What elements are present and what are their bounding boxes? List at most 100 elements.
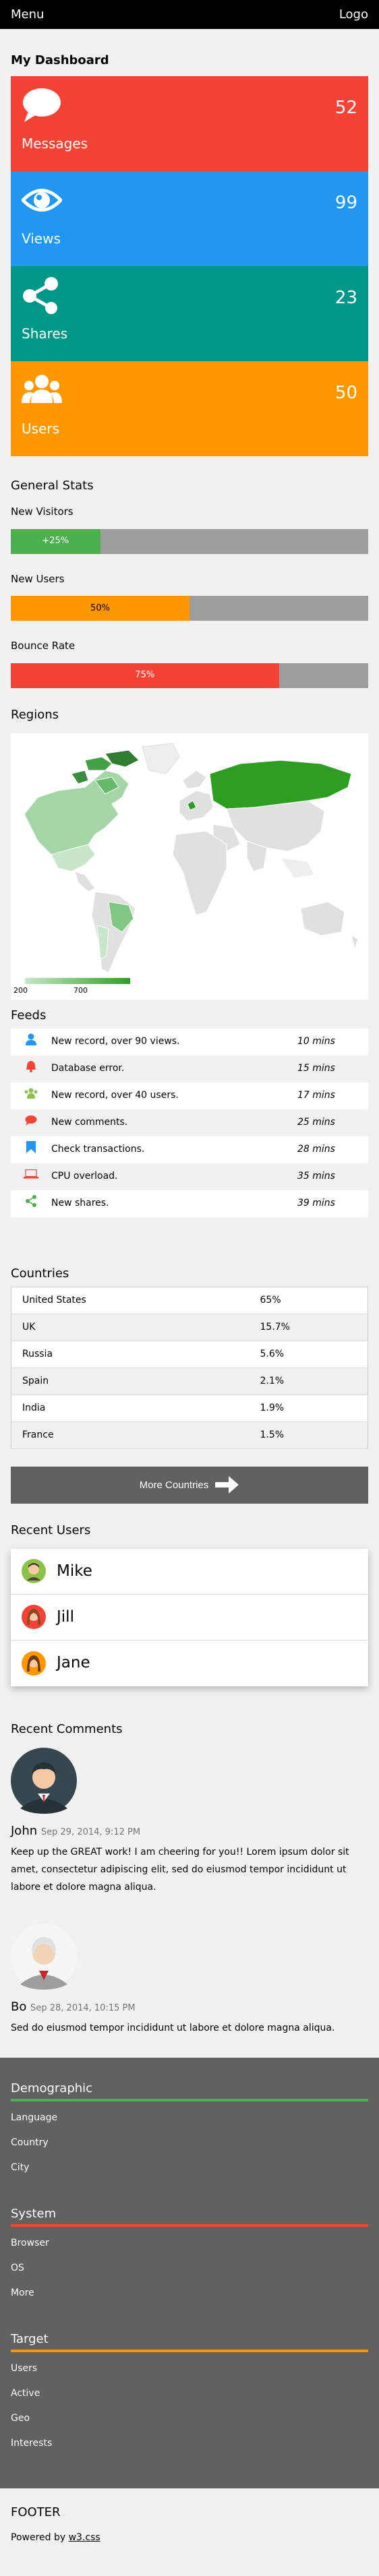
country-name: Russia [22,1348,53,1359]
feed-time: 10 mins [297,1036,335,1047]
recent-comments-title: Recent Comments [11,1721,123,1736]
feed-time: 25 mins [297,1117,335,1128]
nav-item[interactable]: OS [11,2261,368,2286]
footer-nav: Demographic Language Country City System… [0,2058,379,2489]
table-row[interactable]: India 1.9% [11,1394,368,1421]
comment-icon [23,88,61,122]
avatar [22,1559,46,1583]
arrow-right-icon [215,1476,239,1494]
country-name: France [22,1429,54,1440]
user-name: Jill [57,1607,74,1626]
nav-item[interactable]: Country [11,2136,368,2161]
regions-title: Regions [11,707,59,722]
table-row[interactable]: UK 15.7% [11,1314,368,1341]
table-row[interactable]: Check transactions. 28 mins [11,1136,368,1163]
countries-title: Countries [11,1266,69,1281]
country-name: UK [22,1321,36,1332]
footer: FOOTER Powered by w3.css [0,2488,379,2560]
table-row[interactable]: Spain 2.1% [11,1368,368,1394]
users-icon [24,1088,38,1099]
nav-item[interactable]: Active [11,2387,368,2412]
progress-fill: 50% [11,596,190,621]
stat-label: Bounce Rate [11,640,76,652]
share-icon [26,1195,36,1207]
user-name: Jane [57,1654,90,1672]
map-legend: 200 700 [13,978,142,997]
avatar [11,1747,77,1814]
footer-title: FOOTER [11,2505,61,2520]
country-pct: 5.6% [260,1348,285,1359]
list-item[interactable]: Mike [11,1549,368,1595]
nav-item[interactable]: Geo [11,2412,368,2436]
views-count: 99 [334,193,357,213]
more-countries-button[interactable]: More Countries [11,1466,368,1504]
feeds-table: New record, over 90 views. 10 mins Datab… [11,1028,368,1217]
table-row[interactable]: New record, over 90 views. 10 mins [11,1028,368,1055]
country-pct: 65% [260,1294,281,1306]
dashboard-title: My Dashboard [11,53,109,67]
feed-text: New shares. [51,1198,109,1208]
feed-text: Database error. [51,1063,125,1074]
logo-link[interactable]: Logo [339,5,368,24]
messages-label: Messages [22,135,88,152]
nav-item[interactable]: Language [11,2111,368,2136]
comment-item: John Sep 29, 2014, 9:12 PM Keep up the G… [11,1747,368,1897]
user-name: Mike [57,1562,92,1580]
views-card[interactable]: 99 Views [11,171,368,266]
progress-fill: 75% [11,663,279,688]
feed-text: Check transactions. [51,1144,145,1155]
table-row[interactable]: New shares. 39 mins [11,1190,368,1217]
avatar [11,1923,77,1990]
nav-item[interactable]: Interests [11,2436,368,2461]
users-card[interactable]: 50 Users [11,361,368,456]
messages-count: 52 [334,98,357,118]
stat-bounce-rate: Bounce Rate 75% [11,638,368,688]
table-row[interactable]: New record, over 40 users. 17 mins [11,1082,368,1109]
nav-item[interactable]: Users [11,2362,368,2387]
country-pct: 15.7% [260,1321,290,1332]
nav-item[interactable]: More [11,2286,368,2311]
world-map [24,742,359,973]
comment-date: Sep 29, 2014, 9:12 PM [40,1827,141,1837]
table-row[interactable]: New comments. 25 mins [11,1109,368,1136]
w3css-link[interactable]: w3.css [69,2532,100,2543]
bookmark-icon [26,1141,36,1153]
feed-time: 17 mins [297,1090,335,1101]
nav-group-demographic: Demographic Language Country City [11,2079,368,2186]
share-icon [23,277,58,314]
shares-count: 23 [334,288,357,308]
nav-group-system: System Browser OS More [11,2205,368,2311]
table-row[interactable]: Database error. 15 mins [11,1055,368,1082]
menu-link[interactable]: Menu [11,5,44,24]
table-row[interactable]: CPU overload. 35 mins [11,1163,368,1190]
list-item[interactable]: Jill [11,1595,368,1640]
feed-text: New record, over 90 views. [51,1036,180,1047]
feed-text: New record, over 40 users. [51,1090,179,1101]
nav-group-target: Target Users Active Geo Interests [11,2330,368,2461]
feed-time: 35 mins [297,1171,335,1182]
nav-group-title: Target [11,2332,49,2347]
stat-new-visitors: New Visitors +25% [11,504,368,554]
divider [11,2099,368,2102]
messages-card[interactable]: 52 Messages [11,76,368,171]
user-icon [26,1033,36,1045]
stat-new-users: New Users 50% [11,572,368,621]
shares-card[interactable]: 23 Shares [11,266,368,361]
stat-label: New Users [11,572,65,585]
list-item[interactable]: Jane [11,1640,368,1686]
table-row[interactable]: Russia 5.6% [11,1341,368,1368]
divider [11,2224,368,2228]
progress-bar: 75% [11,663,368,688]
users-icon [22,375,62,403]
table-row[interactable]: France 1.5% [11,1421,368,1448]
table-row[interactable]: United States 65% [11,1287,368,1314]
users-label: Users [22,421,60,437]
countries-table: United States 65% UK 15.7% Russia 5.6% Spai… [11,1286,368,1449]
feeds-title: Feeds [11,1008,47,1022]
nav-item[interactable]: City [11,2161,368,2186]
feed-text: New comments. [51,1117,128,1128]
progress-bar: +25% [11,528,368,554]
divider [11,2350,368,2353]
nav-item[interactable]: Browser [11,2236,368,2261]
regions-map[interactable]: 200 700 [11,733,368,1000]
